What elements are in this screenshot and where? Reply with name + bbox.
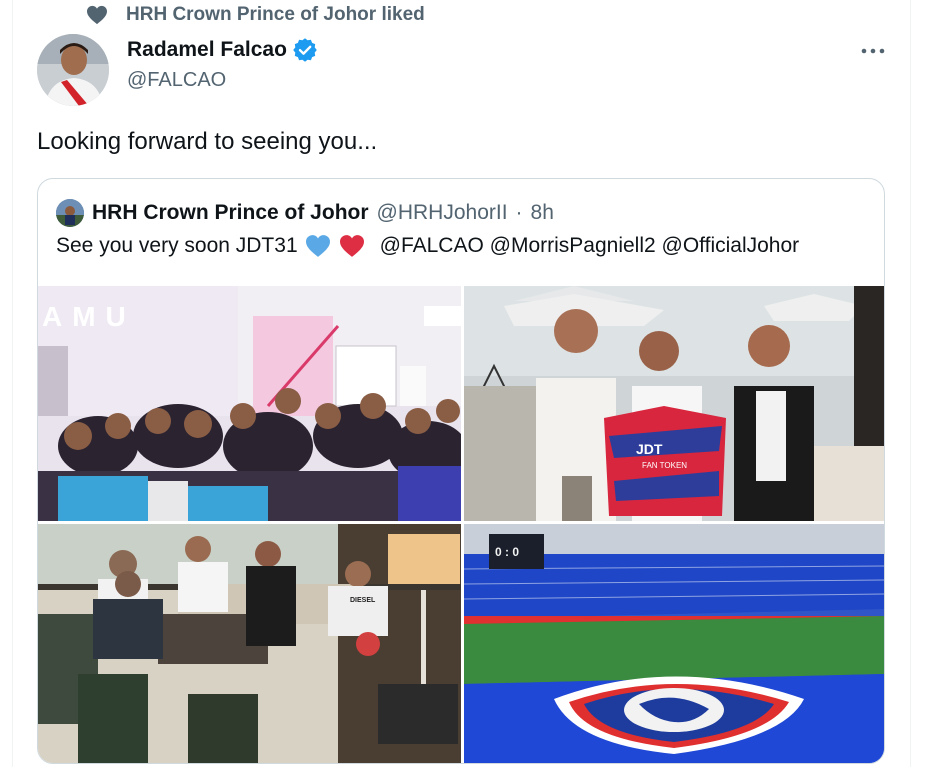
verified-badge-icon[interactable] (293, 38, 317, 62)
more-options-icon[interactable] (860, 40, 886, 62)
quoted-text-body: See you very soon JDT31 (56, 234, 298, 257)
jersey-logo-text: JDT (636, 441, 663, 457)
quoted-header: HRH Crown Prince of Johor @HRHJohorII · … (56, 199, 554, 227)
quoted-avatar-photo (56, 199, 84, 227)
shirt-print-text: DIESEL (350, 597, 376, 604)
tweet-text: Looking forward to seeing you... (37, 128, 378, 155)
quoted-mentions[interactable]: @FALCAO @MorrisPagniell2 @OfficialJohor (380, 234, 800, 258)
photo-wall-sign: AMU (42, 301, 136, 332)
social-context-text: HRH Crown Prince of Johor liked (126, 4, 425, 25)
photo-team-huddle[interactable]: AMU (38, 286, 461, 521)
avatar[interactable] (37, 34, 109, 106)
quoted-avatar[interactable] (56, 199, 84, 227)
author-handle[interactable]: @FALCAO (127, 69, 317, 92)
timeline-border-left (12, 0, 13, 767)
author-name[interactable]: Radamel Falcao (127, 38, 287, 62)
photo-jersey-presentation[interactable]: JDT FAN TOKEN (464, 286, 884, 521)
jersey-sponsor-text: FAN TOKEN (642, 461, 687, 470)
photo-lounge-meeting[interactable]: DIESEL (38, 524, 461, 763)
heart-icon (87, 5, 107, 25)
red-heart-icon (339, 235, 364, 257)
social-context[interactable]: HRH Crown Prince of Johor liked (86, 4, 425, 26)
quoted-tweet[interactable]: HRH Crown Prince of Johor @HRHJohorII · … (37, 178, 885, 764)
scoreboard-text: 0 : 0 (495, 545, 519, 559)
quoted-author-handle[interactable]: @HRHJohorII (377, 201, 508, 225)
blue-heart-icon (305, 235, 330, 257)
author-block: Radamel Falcao @FALCAO (127, 38, 317, 92)
quoted-text: See you very soon JDT31 @FALCAO @MorrisP… (56, 234, 799, 258)
avatar-photo (37, 34, 109, 106)
timeline-border-right (910, 0, 911, 767)
media-grid: AMU JDT FAN TOKEN DIESEL 0: 0 (38, 286, 884, 763)
quoted-timestamp[interactable]: 8h (531, 201, 554, 225)
quoted-separator: · (515, 201, 523, 224)
quoted-author-name[interactable]: HRH Crown Prince of Johor (92, 201, 369, 225)
photo-stadium[interactable]: 0 : 0 (464, 524, 884, 763)
